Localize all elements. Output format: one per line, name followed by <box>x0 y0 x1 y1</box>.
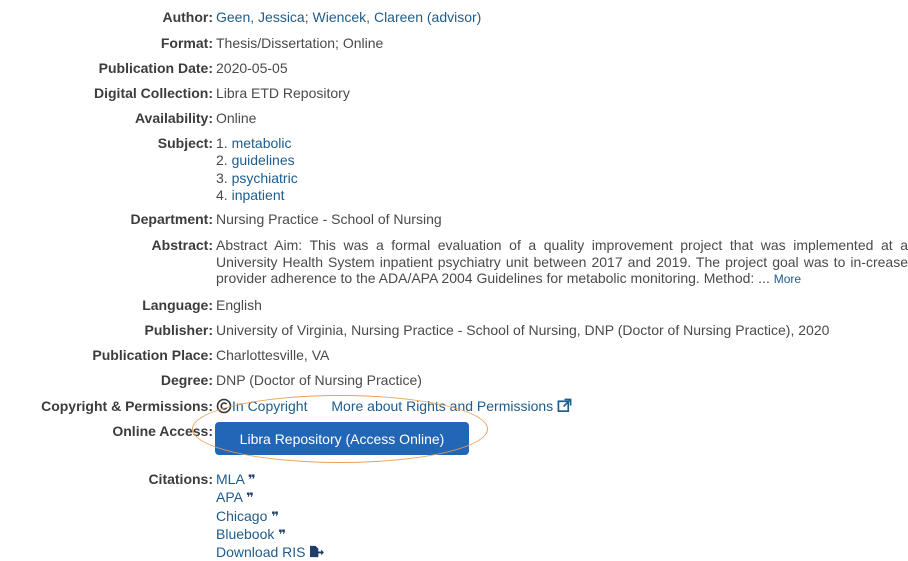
abstract-text: Abstract Aim: This was a formal evaluati… <box>216 237 908 286</box>
author-link-advisor[interactable]: Wiencek, Clareen (advisor) <box>313 9 482 25</box>
subject-link-inpatient[interactable]: inpatient <box>232 187 285 203</box>
subject-link-psychiatric[interactable]: psychiatric <box>232 170 298 186</box>
abstract-text-block: Abstract Aim: This was a formal evaluati… <box>216 237 908 288</box>
author-value: Geen, Jessica; Wiencek, Clareen (advisor… <box>216 9 481 25</box>
citations-list: MLA ❞ APA ❞ Chicago ❞ Bluebook ❞ Downloa… <box>216 471 325 561</box>
abstract-label: Abstract: <box>151 237 213 253</box>
copyright-status-link[interactable]: In Copyright <box>216 398 307 414</box>
availability-value: Online <box>216 110 257 126</box>
publisher-label: Publisher: <box>144 322 213 338</box>
download-ris-link[interactable]: Download RIS <box>216 544 325 560</box>
quote-icon: ❞ <box>246 491 254 507</box>
citation-chicago-link[interactable]: Chicago ❞ <box>216 508 279 525</box>
publication-place-value: Charlottesville, VA <box>216 347 330 363</box>
quote-icon: ❞ <box>247 473 256 488</box>
author-link-primary[interactable]: Geen, Jessica <box>216 9 305 25</box>
copyright-label: Copyright & Permissions: <box>41 398 213 414</box>
degree-value: DNP (Doctor of Nursing Practice) <box>216 372 422 388</box>
author-separator: ; <box>304 9 309 25</box>
subject-link-guidelines[interactable]: guidelines <box>232 152 295 168</box>
subject-item: 2. guidelines <box>216 152 295 169</box>
department-label: Department: <box>130 211 213 227</box>
degree-label: Degree: <box>160 372 213 388</box>
publication-place-label: Publication Place: <box>92 347 213 363</box>
rights-permissions-link[interactable]: More about Rights and Permissions <box>331 398 572 414</box>
online-access-label: Online Access: <box>112 423 213 439</box>
abstract-more-link[interactable]: More <box>774 272 801 286</box>
publication-date-value: 2020-05-05 <box>216 60 288 76</box>
digital-collection-value: Libra ETD Repository <box>216 85 350 101</box>
subject-link-metabolic[interactable]: metabolic <box>232 135 292 151</box>
citation-bluebook-link[interactable]: Bluebook ❞ <box>216 526 286 543</box>
publication-date-label: Publication Date: <box>98 60 213 76</box>
format-value: Thesis/Dissertation; Online <box>216 35 384 51</box>
quote-icon: ❞ <box>278 527 286 543</box>
department-value: Nursing Practice - School of Nursing <box>216 211 442 227</box>
subject-label: Subject: <box>157 135 213 151</box>
copyright-value: In Copyright More about Rights and Permi… <box>216 398 572 414</box>
external-link-icon <box>557 398 572 412</box>
subject-list: 1. metabolic 2. guidelines 3. psychiatri… <box>216 135 298 204</box>
availability-label: Availability: <box>134 110 213 126</box>
citation-apa-link[interactable]: APA ❞ <box>216 489 254 507</box>
digital-collection-label: Digital Collection: <box>94 85 213 101</box>
language-label: Language: <box>142 297 213 313</box>
subject-item: 4. inpatient <box>216 186 285 203</box>
author-label: Author: <box>162 9 213 25</box>
language-value: English <box>216 297 262 313</box>
libra-repository-button[interactable]: Libra Repository (Access Online) <box>215 422 469 455</box>
copyright-icon <box>216 398 232 414</box>
subject-item: 1. metabolic <box>216 135 292 151</box>
quote-icon: ❞ <box>271 509 279 525</box>
citation-mla-link[interactable]: MLA ❞ <box>216 471 256 488</box>
publisher-value: University of Virginia, Nursing Practice… <box>216 322 830 338</box>
copyright-status: In Copyright <box>232 398 308 414</box>
format-label: Format: <box>160 35 213 51</box>
subject-item: 3. psychiatric <box>216 169 298 186</box>
citations-label: Citations: <box>148 471 213 487</box>
